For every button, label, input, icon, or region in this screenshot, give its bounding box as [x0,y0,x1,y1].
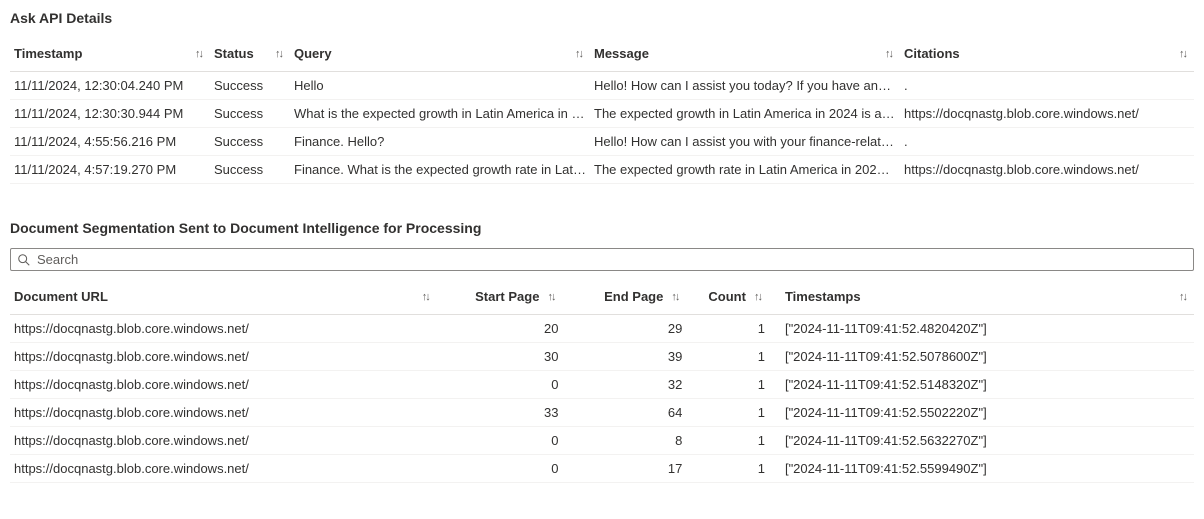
sort-icon[interactable]: ↑↓ [271,48,286,60]
cell-count: 1 [698,343,781,371]
cell-count: 1 [698,371,781,399]
table-row: https://docqnastg.blob.core.windows.net/… [10,427,1194,455]
sort-icon[interactable]: ↑↓ [881,48,896,60]
cell-start-page: 0 [437,371,575,399]
cell-start-page: 0 [437,427,575,455]
search-icon [17,253,31,267]
cell-count: 1 [698,399,781,427]
cell-message: Hello! How can I assist you with your fi… [590,128,900,156]
cell-end-page: 32 [574,371,698,399]
table-row: https://docqnastg.blob.core.windows.net/… [10,371,1194,399]
cell-status: Success [210,100,290,128]
cell-citations: . [900,72,1194,100]
cell-timestamp: 11/11/2024, 4:57:19.270 PM [10,156,210,184]
cell-document-url: https://docqnastg.blob.core.windows.net/ [10,343,437,371]
cell-citations: https://docqnastg.blob.core.windows.net/ [900,156,1194,184]
doc-seg-header-row: Document URL↑↓ Start Page↑↓ End Page↑↓ C… [10,281,1194,315]
ask-api-details-section: Ask API Details Timestamp↑↓ Status↑↓ Que… [10,10,1194,184]
cell-timestamps: ["2024-11-11T09:41:52.5632270Z"] [781,427,1194,455]
cell-timestamps: ["2024-11-11T09:41:52.5502220Z"] [781,399,1194,427]
cell-citations: https://docqnastg.blob.core.windows.net/ [900,100,1194,128]
cell-count: 1 [698,427,781,455]
section-title-doc-seg: Document Segmentation Sent to Document I… [10,220,1194,236]
cell-status: Success [210,72,290,100]
col-citations[interactable]: Citations↑↓ [900,38,1194,72]
ask-api-header-row: Timestamp↑↓ Status↑↓ Query↑↓ Message↑↓ C… [10,38,1194,72]
col-timestamp[interactable]: Timestamp↑↓ [10,38,210,72]
cell-start-page: 33 [437,399,575,427]
cell-query: Finance. Hello? [290,128,590,156]
cell-start-page: 0 [437,455,575,483]
search-input[interactable] [37,252,1187,267]
cell-document-url: https://docqnastg.blob.core.windows.net/ [10,455,437,483]
cell-start-page: 30 [437,343,575,371]
table-row: 11/11/2024, 12:30:30.944 PMSuccessWhat i… [10,100,1194,128]
col-status[interactable]: Status↑↓ [210,38,290,72]
doc-seg-table: Document URL↑↓ Start Page↑↓ End Page↑↓ C… [10,281,1194,483]
table-row: https://docqnastg.blob.core.windows.net/… [10,315,1194,343]
sort-icon[interactable]: ↑↓ [571,48,586,60]
ask-api-table: Timestamp↑↓ Status↑↓ Query↑↓ Message↑↓ C… [10,38,1194,184]
cell-query: Hello [290,72,590,100]
sort-icon[interactable]: ↑↓ [543,291,558,303]
sort-icon[interactable]: ↑↓ [667,291,682,303]
sort-icon[interactable]: ↑↓ [1175,48,1190,60]
table-row: 11/11/2024, 4:57:19.270 PMSuccessFinance… [10,156,1194,184]
cell-message: The expected growth rate in Latin Americ… [590,156,900,184]
col-end-page[interactable]: End Page↑↓ [574,281,698,315]
table-row: https://docqnastg.blob.core.windows.net/… [10,455,1194,483]
doc-segmentation-section: Document Segmentation Sent to Document I… [10,220,1194,483]
cell-end-page: 39 [574,343,698,371]
table-row: 11/11/2024, 4:55:56.216 PMSuccessFinance… [10,128,1194,156]
cell-timestamps: ["2024-11-11T09:41:52.5599490Z"] [781,455,1194,483]
cell-citations: . [900,128,1194,156]
cell-status: Success [210,156,290,184]
cell-start-page: 20 [437,315,575,343]
cell-end-page: 64 [574,399,698,427]
cell-message: Hello! How can I assist you today? If yo… [590,72,900,100]
cell-query: Finance. What is the expected growth rat… [290,156,590,184]
cell-document-url: https://docqnastg.blob.core.windows.net/ [10,399,437,427]
table-row: 11/11/2024, 12:30:04.240 PMSuccessHelloH… [10,72,1194,100]
cell-document-url: https://docqnastg.blob.core.windows.net/ [10,315,437,343]
table-row: https://docqnastg.blob.core.windows.net/… [10,343,1194,371]
cell-status: Success [210,128,290,156]
col-message[interactable]: Message↑↓ [590,38,900,72]
col-count[interactable]: Count↑↓ [698,281,781,315]
cell-document-url: https://docqnastg.blob.core.windows.net/ [10,371,437,399]
cell-timestamps: ["2024-11-11T09:41:52.5078600Z"] [781,343,1194,371]
cell-end-page: 8 [574,427,698,455]
search-box[interactable] [10,248,1194,271]
col-timestamps[interactable]: Timestamps↑↓ [781,281,1194,315]
sort-icon[interactable]: ↑↓ [1175,291,1190,303]
col-start-page[interactable]: Start Page↑↓ [437,281,575,315]
cell-query: What is the expected growth in Latin Ame… [290,100,590,128]
cell-timestamp: 11/11/2024, 12:30:30.944 PM [10,100,210,128]
cell-count: 1 [698,315,781,343]
cell-message: The expected growth in Latin America in … [590,100,900,128]
col-document-url[interactable]: Document URL↑↓ [10,281,437,315]
table-row: https://docqnastg.blob.core.windows.net/… [10,399,1194,427]
sort-icon[interactable]: ↑↓ [191,48,206,60]
cell-document-url: https://docqnastg.blob.core.windows.net/ [10,427,437,455]
cell-timestamps: ["2024-11-11T09:41:52.4820420Z"] [781,315,1194,343]
sort-icon[interactable]: ↑↓ [750,291,765,303]
cell-count: 1 [698,455,781,483]
col-query[interactable]: Query↑↓ [290,38,590,72]
sort-icon[interactable]: ↑↓ [418,291,433,303]
cell-end-page: 17 [574,455,698,483]
cell-timestamps: ["2024-11-11T09:41:52.5148320Z"] [781,371,1194,399]
section-title-ask-api: Ask API Details [10,10,1194,26]
cell-timestamp: 11/11/2024, 4:55:56.216 PM [10,128,210,156]
cell-timestamp: 11/11/2024, 12:30:04.240 PM [10,72,210,100]
cell-end-page: 29 [574,315,698,343]
